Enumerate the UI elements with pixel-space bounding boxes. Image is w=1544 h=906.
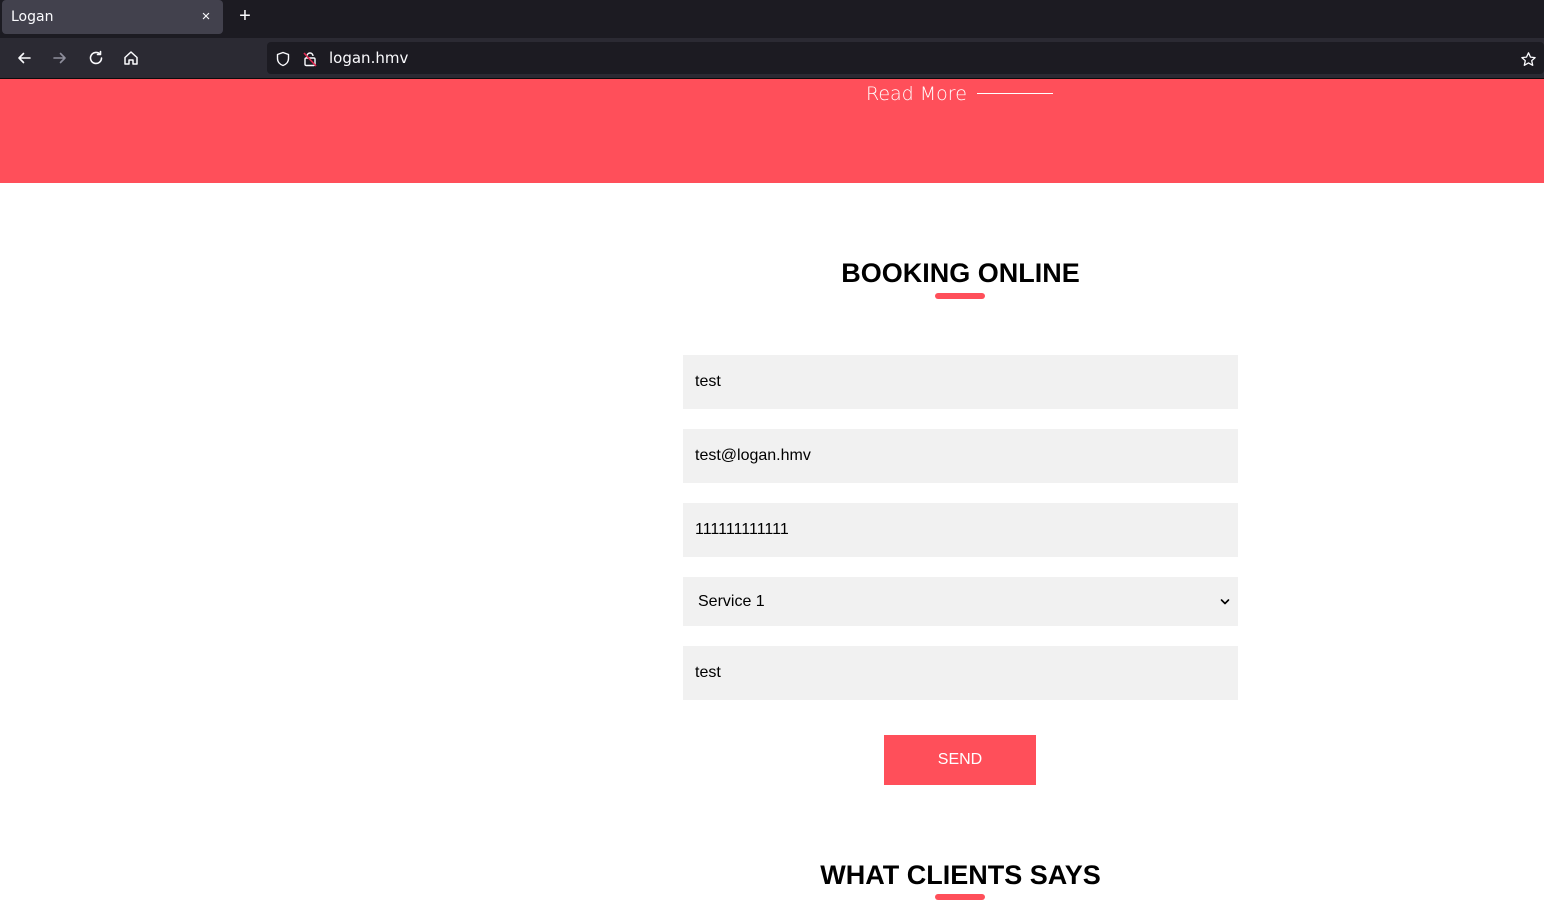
address-bar[interactable]: logan.hmv: [267, 42, 1544, 74]
send-button[interactable]: SEND: [884, 735, 1036, 785]
service-select-value: Service 1: [698, 592, 765, 610]
phone-input-value: 111111111111: [695, 521, 789, 538]
bookmark-star-icon[interactable]: [1519, 50, 1537, 68]
navigation-toolbar: logan.hmv: [0, 38, 1544, 79]
message-input[interactable]: test: [683, 646, 1238, 700]
clients-title-underline: [935, 894, 985, 900]
name-input[interactable]: test: [683, 355, 1238, 409]
back-button[interactable]: [12, 46, 36, 70]
forward-arrow-icon: [53, 52, 66, 64]
hero-banner: Read More: [0, 79, 1544, 183]
tab-logan[interactable]: Logan ×: [2, 0, 223, 34]
url-text[interactable]: logan.hmv: [329, 49, 408, 67]
home-button[interactable]: [119, 46, 143, 70]
reload-icon: [89, 50, 103, 65]
clients-title: WHAT CLIENTS SAYS: [820, 860, 1101, 890]
back-arrow-icon: [18, 52, 31, 64]
read-more-link[interactable]: Read More: [866, 83, 967, 105]
forward-button[interactable]: [48, 46, 72, 70]
email-input-value: test@logan.hmv: [695, 447, 811, 464]
home-icon: [124, 51, 138, 65]
booking-title: BOOKING ONLINE: [841, 258, 1080, 288]
chevron-down-icon: [1220, 598, 1230, 604]
tab-strip: Logan × +: [0, 0, 1544, 38]
new-tab-button[interactable]: +: [234, 5, 256, 27]
read-more-line: [977, 93, 1053, 94]
name-input-value: test: [695, 373, 721, 390]
insecure-lock-icon[interactable]: [301, 50, 319, 68]
close-tab-icon[interactable]: ×: [198, 9, 214, 25]
booking-title-underline: [935, 293, 985, 299]
service-select[interactable]: Service 1: [683, 577, 1238, 626]
phone-input[interactable]: 111111111111: [683, 503, 1238, 557]
shield-icon[interactable]: [274, 50, 292, 68]
tab-title: Logan: [11, 9, 54, 25]
reload-button[interactable]: [84, 46, 108, 70]
message-input-value: test: [695, 664, 721, 681]
email-input[interactable]: test@logan.hmv: [683, 429, 1238, 483]
